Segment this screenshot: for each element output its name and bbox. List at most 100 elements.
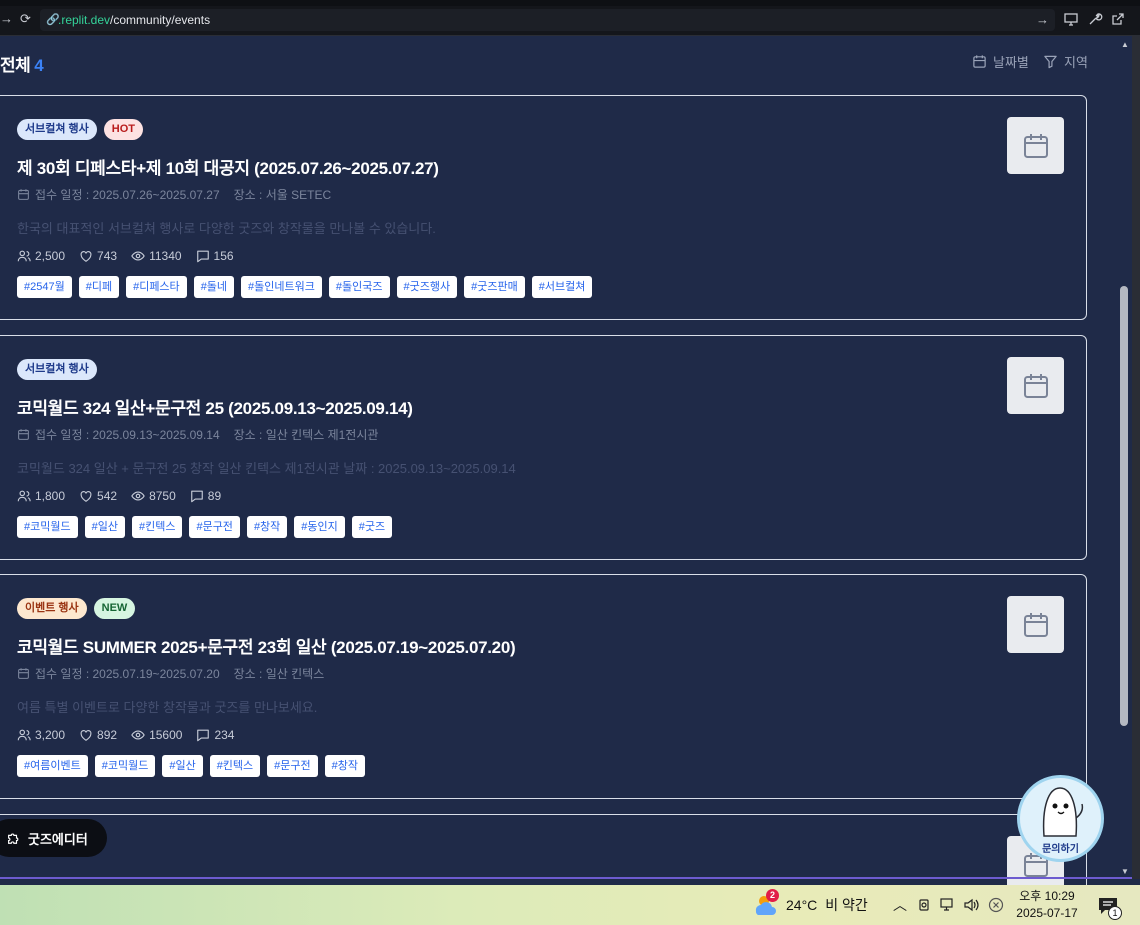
likes-stat[interactable]: 542 [79, 489, 117, 503]
calendar-icon [1023, 133, 1048, 158]
hashtag[interactable]: #일산 [84, 516, 125, 538]
event-card[interactable] [0, 814, 1087, 894]
scroll-thumb[interactable] [1120, 286, 1128, 726]
browser-toolbar: → ⟳ 🔗 .replit.dev/community/events → [0, 0, 1140, 36]
hashtag[interactable]: #킨텍스 [131, 516, 183, 538]
filter-icon [1044, 55, 1057, 69]
hashtag[interactable]: #굿즈 [351, 516, 393, 538]
system-clock[interactable]: 오후 10:29 2025-07-17 [1012, 888, 1082, 922]
hashtag[interactable]: #문구전 [267, 755, 318, 777]
total-count: 4 [34, 56, 44, 75]
puzzle-icon [8, 833, 19, 844]
likes-stat[interactable]: 743 [79, 249, 117, 263]
monitor-icon[interactable] [1063, 11, 1079, 27]
close-circle-icon[interactable] [988, 897, 1004, 913]
event-schedule: 접수 일정 : 2025.07.26~2025.07.27 [35, 188, 220, 202]
participants-stat: 1,800 [17, 489, 65, 503]
hashtag[interactable]: #굿즈판매 [464, 276, 525, 298]
inquiry-chat-button[interactable]: 문의하기 [1017, 775, 1104, 862]
hashtag[interactable]: #문구전 [189, 516, 240, 538]
tag-list: #코믹월드 #일산 #킨텍스 #문구전 #창작 #동인지 #굿즈 [17, 516, 393, 538]
event-location: 장소 : 일산 킨텍스 제1전시관 [233, 428, 379, 442]
users-icon [17, 490, 31, 502]
sort-by-date-button[interactable]: 날짜별 [972, 52, 1029, 71]
hashtag[interactable]: #돌인네트워크 [241, 276, 322, 298]
comments-stat[interactable]: 156 [196, 249, 234, 263]
event-title[interactable]: 제 30회 디페스타+제 10회 대공지 (2025.07.26~2025.07… [17, 154, 439, 179]
event-card[interactable]: 이벤트 행사 NEW 코믹월드 SUMMER 2025+문구전 23회 일산 (2… [0, 574, 1087, 799]
hashtag[interactable]: #코믹월드 [17, 516, 78, 538]
goods-editor-button[interactable]: 굿즈에디터 [0, 819, 107, 857]
calendar-thumbnail [1007, 596, 1064, 653]
hashtag[interactable]: #여름이벤트 [17, 755, 88, 777]
page-scrollbar[interactable]: ▲ ▼ [1117, 36, 1132, 878]
event-meta: 접수 일정 : 2025.07.26~2025.07.27 장소 : 서울 SET… [17, 186, 331, 203]
volume-icon[interactable] [963, 897, 981, 913]
event-title[interactable]: 코믹월드 SUMMER 2025+문구전 23회 일산 (2025.07.19~… [17, 633, 516, 658]
hashtag[interactable]: #일산 [162, 755, 203, 777]
hashtag[interactable]: #동인지 [294, 516, 345, 538]
views-stat: 11340 [131, 249, 182, 263]
hashtag[interactable]: #돌인국즈 [328, 276, 390, 298]
participants-stat: 3,200 [17, 728, 65, 742]
event-location: 장소 : 일산 킨텍스 [233, 667, 325, 681]
window-border [0, 877, 1132, 879]
event-card[interactable]: 서브컬쳐 행사 HOT 제 30회 디페스타+제 10회 대공지 (2025.07… [0, 95, 1087, 320]
go-icon[interactable]: → [1036, 12, 1049, 27]
hashtag[interactable]: #2547월 [17, 276, 72, 298]
event-location: 장소 : 서울 SETEC [233, 188, 332, 202]
users-icon [17, 729, 31, 741]
hashtag[interactable]: #서브컬쳐 [531, 276, 593, 298]
reload-icon[interactable]: ⟳ [20, 12, 31, 26]
hashtag[interactable]: #킨텍스 [209, 755, 261, 777]
total-count-heading: 전체 4 [0, 56, 44, 75]
hashtag[interactable]: #돌네 [193, 276, 235, 298]
scroll-up-icon[interactable]: ▲ [1121, 40, 1129, 49]
weather-widget[interactable]: 2 24°C 비 약간 [752, 889, 868, 917]
heart-icon [80, 730, 92, 741]
hashtag[interactable]: #굿즈행사 [396, 276, 458, 298]
tab-strip [0, 0, 1140, 6]
weather-condition: 비 약간 [825, 897, 868, 913]
hashtag[interactable]: #창작 [324, 755, 366, 777]
calendar-icon [18, 429, 29, 440]
windows-taskbar: 2 24°C 비 약간 ︿ 오후 10:29 2025-07-17 1 [0, 885, 1140, 925]
wrench-icon[interactable] [1087, 11, 1103, 27]
event-description: 한국의 대표적인 서브컬쳐 행사로 다양한 굿즈와 창작물을 만나볼 수 있습니… [17, 221, 436, 236]
calendar-thumbnail [1007, 117, 1064, 174]
scroll-down-icon[interactable]: ▼ [1121, 867, 1129, 876]
calendar-icon [973, 55, 986, 68]
external-link-icon[interactable] [1110, 11, 1126, 27]
comments-stat[interactable]: 234 [196, 728, 234, 742]
hashtag[interactable]: #창작 [246, 516, 288, 538]
comments-stat[interactable]: 89 [190, 489, 221, 503]
window-edge [1132, 36, 1140, 879]
forward-icon[interactable]: → [0, 12, 13, 26]
event-stats: 1,800 542 8750 89 [17, 489, 235, 503]
clock-date: 2025-07-17 [1016, 906, 1078, 920]
event-stats: 2,500 743 11340 156 [17, 249, 248, 263]
badge-group: 이벤트 행사 NEW [17, 598, 136, 619]
event-title[interactable]: 코믹월드 324 일산+문구전 25 (2025.09.13~2025.09.1… [17, 394, 413, 419]
meeting-icon[interactable] [918, 897, 932, 913]
hashtag[interactable]: #코믹월드 [94, 755, 156, 777]
calendar-icon [18, 668, 29, 679]
comment-icon [196, 250, 209, 263]
ghost-mascot-icon [1042, 787, 1084, 837]
eye-icon [131, 251, 145, 261]
region-filter-button[interactable]: 지역 [1043, 52, 1088, 71]
chevron-up-icon[interactable]: ︿ [893, 897, 907, 913]
badge-group: 서브컬쳐 행사 HOT [17, 119, 144, 140]
views-stat: 15600 [131, 728, 182, 742]
calendar-thumbnail [1007, 357, 1064, 414]
event-meta: 접수 일정 : 2025.09.13~2025.09.14 장소 : 일산 킨텍스… [17, 426, 378, 443]
calendar-icon [1023, 373, 1048, 398]
event-card[interactable]: 서브컬쳐 행사 코믹월드 324 일산+문구전 25 (2025.09.13~2… [0, 335, 1087, 560]
event-schedule: 접수 일정 : 2025.07.19~2025.07.20 [35, 667, 220, 681]
address-bar[interactable]: 🔗 .replit.dev/community/events → [40, 9, 1055, 31]
likes-stat[interactable]: 892 [79, 728, 117, 742]
badge-group: 서브컬쳐 행사 [17, 359, 97, 380]
hashtag[interactable]: #디페스타 [126, 276, 187, 298]
network-icon[interactable] [940, 897, 956, 913]
hashtag[interactable]: #디페 [78, 276, 120, 298]
